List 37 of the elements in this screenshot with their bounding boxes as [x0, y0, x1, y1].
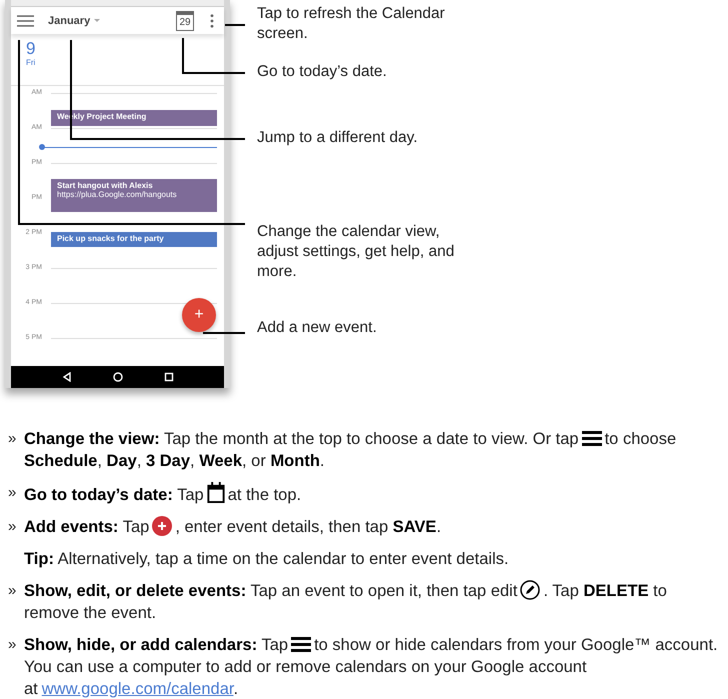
- recents-icon[interactable]: [164, 372, 174, 382]
- bullet-marker: »: [8, 581, 18, 601]
- calendar-icon: [206, 482, 225, 503]
- callout-text: Add a new event.: [257, 318, 378, 338]
- edit-icon: [520, 580, 540, 600]
- add-icon: [152, 516, 172, 536]
- leader-line: [225, 24, 245, 26]
- callout-text: Jump to a different day.: [257, 128, 419, 148]
- bullet-marker: »: [8, 483, 18, 503]
- day-number: 9: [26, 40, 36, 58]
- callout-text: Tap to refresh the Calendar screen.: [257, 4, 446, 44]
- event-block[interactable]: Pick up snacks for the party: [51, 232, 217, 247]
- bullet-marker: »: [8, 635, 18, 655]
- instruction-text: Go to today’s date: Tap at the top.: [24, 482, 302, 506]
- menu-icon: [291, 636, 312, 652]
- menu-icon: [582, 430, 602, 446]
- callout-text: Go to today’s date.: [257, 62, 388, 82]
- month-dropdown[interactable]: January: [42, 14, 100, 27]
- more-options-icon[interactable]: [210, 14, 214, 28]
- callout-text: Change the calendar view, adjust settings, get help, and more.: [257, 222, 456, 282]
- bullet-marker: »: [8, 517, 18, 537]
- back-icon[interactable]: [62, 372, 72, 382]
- menu-icon[interactable]: [17, 14, 34, 27]
- weekday-label: Fri: [26, 58, 36, 68]
- caret-icon: [94, 19, 100, 22]
- instruction-text: Show, edit, or delete events: Tap an event to open it, then tap edit . Tap DELETE to remove the event.: [24, 580, 668, 624]
- instruction-text: Change the view: Tap the month at the top to choose a date to view. Or tap to choose Schedule, Day, 3 Day, Week, or Month.: [24, 429, 678, 472]
- event-block[interactable]: Start hangout with Alexis https://plua.Google.com/hangouts: [51, 178, 217, 212]
- home-icon[interactable]: [112, 372, 122, 382]
- instruction-text: Add events: Tap , enter event details, then tap SAVE.: [24, 516, 442, 538]
- calendar-link[interactable]: www.google.com/calendar: [42, 680, 234, 698]
- leader-line: [203, 332, 245, 334]
- instruction-text: Show, hide, or add calendars: Tap to show or hide calendars from your Google™ account. You can use a computer to add or remove calendars on your Google account at www.google.com/calendar.: [24, 635, 719, 699]
- instruction-text: Tip: Alternatively, tap a time on the calendar to enter event details.: [24, 549, 509, 570]
- bullet-marker: »: [8, 429, 18, 449]
- today-button[interactable]: 29: [176, 10, 194, 31]
- add-event-button[interactable]: +: [182, 298, 216, 332]
